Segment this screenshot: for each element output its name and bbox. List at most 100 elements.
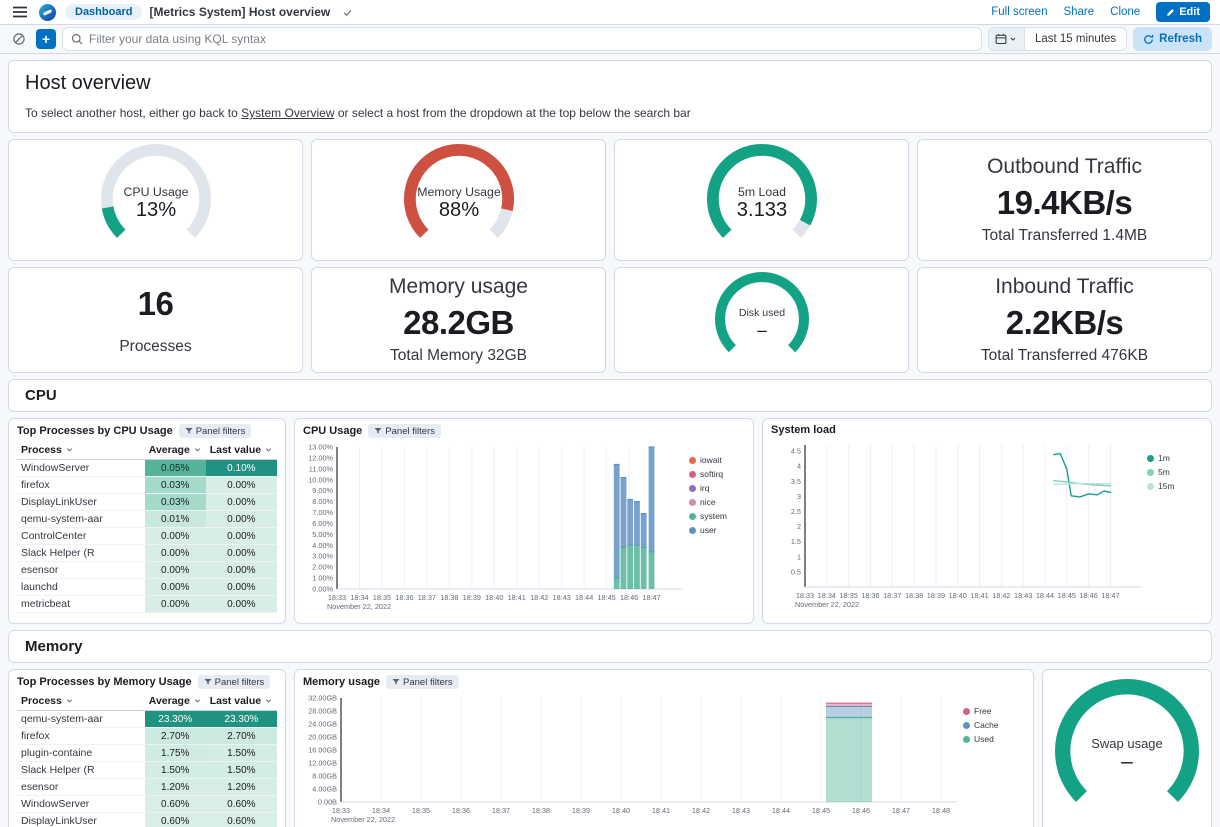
panel-filters-badge[interactable]: Panel filters [368,424,441,438]
legend-item[interactable]: Used [963,734,1015,744]
host-overview-header-panel: Host overview To select another host, ei… [8,60,1212,133]
legend-item[interactable]: 15m [1147,481,1199,491]
kql-search-input[interactable] [89,32,973,46]
svg-text:18:47: 18:47 [1101,591,1119,600]
average-value: 0.00% [145,562,206,579]
legend-item[interactable]: iowait [689,455,741,465]
system-overview-link[interactable]: System Overview [241,106,334,120]
svg-text:18:33: 18:33 [796,591,814,600]
average-value: 23.30% [145,711,206,728]
panel-title: Top Processes by CPU Usage [17,425,173,437]
legend-item[interactable]: 1m [1147,453,1199,463]
filter-icon [204,678,212,686]
column-header[interactable]: Average [145,692,206,711]
table-row[interactable]: DisplayLinkUser0.60%0.60% [17,813,277,827]
svg-text:18:40: 18:40 [949,591,967,600]
last-value: 0.00% [206,545,277,562]
svg-text:Swap usage: Swap usage [1091,736,1163,751]
last-value: 0.00% [206,596,277,613]
metric-title: Outbound Traffic [987,155,1142,179]
svg-text:CPU Usage: CPU Usage [123,185,188,199]
date-quick-select-button[interactable] [989,28,1025,50]
load-5m-gauge: 5m Load3.133 [706,143,818,258]
filter-icon [392,678,400,686]
svg-text:24.00GB: 24.00GB [308,720,337,729]
legend-item[interactable]: 5m [1147,467,1199,477]
table-row[interactable]: firefox2.70%2.70% [17,728,277,745]
table-row[interactable]: esensor1.20%1.20% [17,779,277,796]
svg-text:–: – [1121,750,1133,773]
legend-item[interactable]: nice [689,497,741,507]
table-row[interactable]: DisplayLinkUser0.03%0.00% [17,494,277,511]
full-screen-link[interactable]: Full screen [991,6,1047,18]
time-range-label[interactable]: Last 15 minutes [1025,28,1126,50]
process-name: Slack Helper (R [17,762,145,779]
legend-item[interactable]: system [689,511,741,521]
column-header[interactable]: Last value [206,441,277,460]
edit-button[interactable]: Edit [1156,2,1210,22]
legend-item[interactable]: Free [963,706,1015,716]
column-header[interactable]: Process [17,692,145,711]
svg-text:18:35: 18:35 [373,593,391,602]
svg-text:1: 1 [797,552,801,561]
table-row[interactable]: qemu-system-aar23.30%23.30% [17,711,277,728]
elastic-logo[interactable] [39,4,56,21]
process-name: qemu-system-aar [17,511,145,528]
page-description: To select another host, either go back t… [25,106,1195,120]
panel-filters-badge[interactable]: Panel filters [198,675,271,689]
table-row[interactable]: WindowServer0.60%0.60% [17,796,277,813]
system-load-chart[interactable]: 18:3318:3418:3518:3618:3718:3818:3918:40… [771,439,1147,618]
table-row[interactable]: Slack Helper (R1.50%1.50% [17,762,277,779]
svg-text:88%: 88% [438,199,478,221]
cpu-processes-table: Process Average Last value WindowServer0… [17,441,277,613]
table-row[interactable]: ControlCenter0.00%0.00% [17,528,277,545]
legend-item[interactable]: softirq [689,469,741,479]
cpu-usage-chart[interactable]: 18:3318:3418:3518:3618:3718:3818:3918:40… [303,441,689,618]
breadcrumb-dashboard[interactable]: Dashboard [65,4,142,20]
menu-icon[interactable] [10,2,30,22]
average-value: 0.00% [145,579,206,596]
svg-text:18:37: 18:37 [492,806,510,815]
legend-item[interactable]: irq [689,483,741,493]
table-row[interactable]: launchd0.00%0.00% [17,579,277,596]
process-name: qemu-system-aar [17,711,145,728]
table-row[interactable]: firefox0.03%0.00% [17,477,277,494]
metrics-row-2: 16 Processes Memory usage 28.2GB Total M… [8,267,1212,373]
add-filter-button[interactable]: + [36,29,56,49]
panel-filters-badge[interactable]: Panel filters [179,424,252,438]
svg-text:0.00%: 0.00% [312,585,333,594]
column-header[interactable]: Last value [206,692,277,711]
panel-filters-badge[interactable]: Panel filters [386,675,459,689]
svg-text:November 22, 2022: November 22, 2022 [795,600,859,609]
table-row[interactable]: plugin-containe1.75%1.50% [17,745,277,762]
table-row[interactable]: esensor0.00%0.00% [17,562,277,579]
svg-text:28.00GB: 28.00GB [308,707,337,716]
outbound-traffic-panel: Outbound Traffic 19.4KB/s Total Transfer… [917,139,1212,261]
table-row[interactable]: qemu-system-aar0.01%0.00% [17,511,277,528]
svg-text:18:38: 18:38 [905,591,923,600]
memory-usage-chart[interactable]: 18:3318:3418:3518:3618:3718:3818:3918:40… [303,692,963,827]
table-row[interactable]: Slack Helper (R0.00%0.00% [17,545,277,562]
table-row[interactable]: metricbeat0.00%0.00% [17,596,277,613]
inbound-traffic-panel: Inbound Traffic 2.2KB/s Total Transferre… [917,267,1212,373]
share-link[interactable]: Share [1063,6,1094,18]
clone-link[interactable]: Clone [1110,6,1140,18]
table-row[interactable]: WindowServer0.05%0.10% [17,460,277,477]
average-value: 0.03% [145,494,206,511]
legend-item[interactable]: Cache [963,720,1015,730]
column-header[interactable]: Process [17,441,145,460]
top-navbar: Dashboard [Metrics System] Host overview… [0,0,1220,25]
svg-text:4.00%: 4.00% [312,541,333,550]
section-title-memory: Memory [25,638,1195,655]
svg-text:1.5: 1.5 [791,537,801,546]
svg-text:18:42: 18:42 [530,593,548,602]
svg-text:3.133: 3.133 [736,199,786,221]
column-header[interactable]: Average [145,441,206,460]
svg-text:18:45: 18:45 [597,593,615,602]
saved-query-icon[interactable] [8,28,30,50]
svg-text:20.00GB: 20.00GB [308,733,337,742]
refresh-button[interactable]: Refresh [1133,27,1212,51]
check-icon [337,2,357,22]
svg-text:6.00%: 6.00% [312,519,333,528]
legend-item[interactable]: user [689,525,741,535]
